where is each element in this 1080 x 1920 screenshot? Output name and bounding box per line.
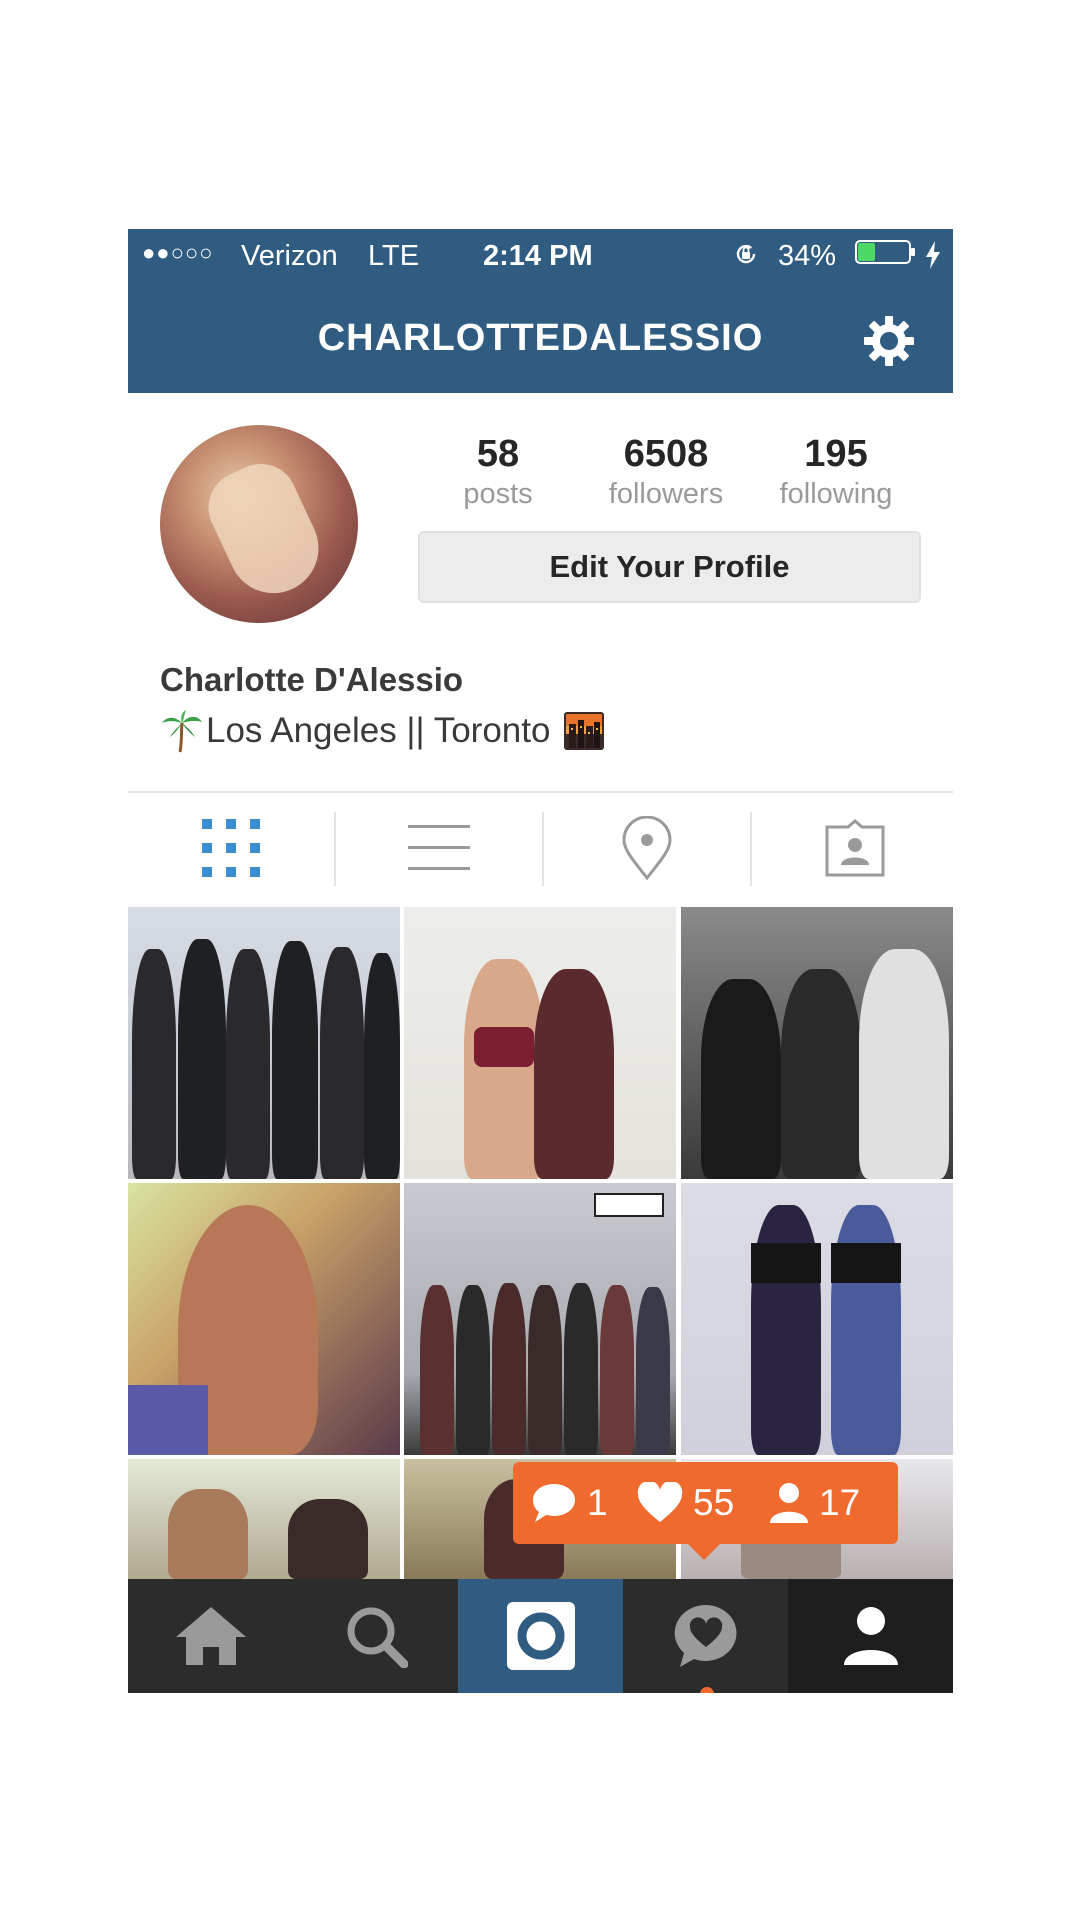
clock: 2:14 PM <box>483 240 593 272</box>
photo-thumbnail[interactable] <box>128 907 400 1179</box>
charging-bolt-icon <box>926 241 940 269</box>
tab-tagged-photos[interactable] <box>752 811 953 885</box>
profile-icon <box>843 1607 898 1665</box>
camera-icon <box>506 1602 575 1670</box>
followers-count[interactable]: 6508 followers <box>576 433 756 511</box>
activity-notification-bubble[interactable]: 1 55 17 <box>513 1462 898 1560</box>
photo-thumbnail[interactable] <box>404 1183 676 1455</box>
tab-camera[interactable] <box>458 1579 623 1693</box>
person-icon <box>770 1483 808 1523</box>
photo-thumbnail[interactable] <box>404 907 676 1179</box>
section-divider <box>128 791 953 793</box>
tab-home[interactable] <box>128 1579 293 1693</box>
username-title: CHARLOTTEDALESSIO <box>317 317 764 359</box>
network-type: LTE <box>368 240 420 272</box>
tab-activity[interactable] <box>623 1579 788 1693</box>
profile-header: CHARLOTTEDALESSIO <box>128 281 953 393</box>
location-pin-icon <box>622 816 672 880</box>
tagged-photos-icon <box>825 819 885 877</box>
palm-tree-icon <box>162 710 202 753</box>
battery-percentage: 34% <box>778 240 837 272</box>
following-count[interactable]: 195 following <box>746 433 926 511</box>
posts-count[interactable]: 58 posts <box>408 433 588 511</box>
search-icon <box>347 1607 408 1668</box>
grid-icon <box>202 819 260 877</box>
avatar-photo <box>196 452 334 608</box>
posts-label: posts <box>463 478 533 510</box>
comment-count-value: 1 <box>587 1482 608 1523</box>
activity-icon <box>674 1604 736 1667</box>
avatar[interactable] <box>160 425 358 623</box>
photo-thumbnail[interactable] <box>128 1183 400 1455</box>
bottom-tab-bar <box>128 1579 953 1693</box>
like-count: 55 <box>637 1480 734 1526</box>
follower-count-value: 17 <box>819 1482 861 1523</box>
tab-list-view[interactable] <box>336 811 542 885</box>
posts-number: 58 <box>476 433 520 475</box>
followers-number: 6508 <box>623 433 709 475</box>
rotation-lock-icon <box>736 244 756 264</box>
tab-grid-view[interactable] <box>128 811 334 885</box>
signal-strength: ●●○○○ <box>142 240 214 265</box>
full-name: Charlotte D'Alessio <box>160 661 464 698</box>
comment-count: 1 <box>531 1480 608 1526</box>
heart-icon <box>637 1482 683 1522</box>
comment-icon <box>533 1484 575 1522</box>
tab-map-view[interactable] <box>544 811 750 885</box>
bio: Los Angeles || Toronto <box>160 709 605 753</box>
photo-grid <box>128 907 953 1693</box>
status-bar: ●●○○○ Verizon LTE 2:14 PM 34% <box>128 229 953 281</box>
follower-count: 17 <box>769 1480 860 1526</box>
like-count-value: 55 <box>693 1482 735 1523</box>
battery-icon <box>855 240 915 264</box>
carrier-name: Verizon <box>241 240 338 272</box>
edit-profile-button[interactable]: Edit Your Profile <box>418 531 921 603</box>
following-number: 195 <box>804 433 868 475</box>
photo-thumbnail[interactable] <box>128 1459 400 1579</box>
following-label: following <box>779 478 893 510</box>
list-icon <box>408 825 470 870</box>
photo-thumbnail[interactable] <box>681 1183 953 1455</box>
city-sunset-icon <box>564 712 605 750</box>
tab-profile[interactable] <box>788 1579 953 1693</box>
tab-search[interactable] <box>293 1579 458 1693</box>
gear-icon[interactable] <box>861 313 917 369</box>
instagram-profile-screen: ●●○○○ Verizon LTE 2:14 PM 34% CHARLOTTED… <box>128 229 953 1693</box>
bio-text: Los Angeles || Toronto <box>206 711 551 750</box>
home-icon <box>175 1607 246 1665</box>
followers-label: followers <box>608 478 724 510</box>
photo-thumbnail[interactable] <box>681 907 953 1179</box>
